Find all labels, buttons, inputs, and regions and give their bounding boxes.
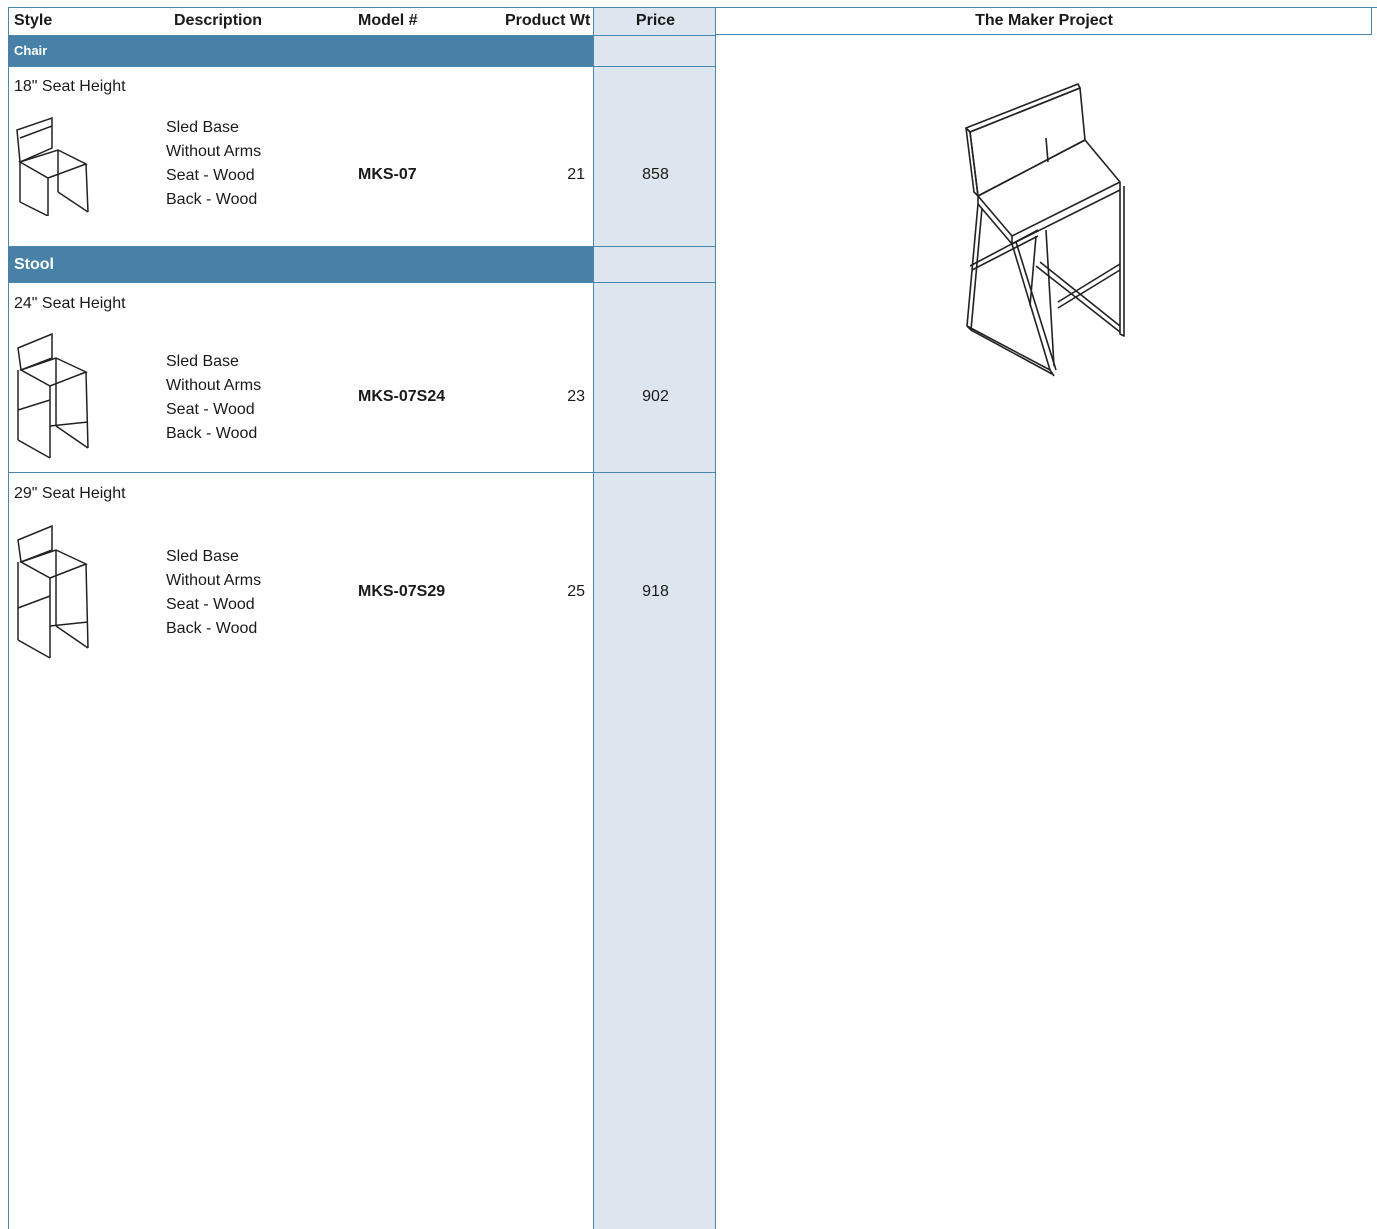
band-rule: [8, 282, 716, 283]
description-line: Sled Base: [166, 353, 239, 370]
header-model: Model #: [358, 12, 418, 29]
header-description: Description: [174, 12, 263, 29]
price-column: [593, 8, 716, 1229]
header-brand: The Maker Project: [975, 12, 1113, 29]
chair-icon: [16, 116, 89, 216]
model-number: MKS-07S29: [358, 583, 446, 600]
group-name: Stool: [14, 256, 54, 273]
description-line: Sled Base: [166, 119, 239, 136]
header-brand-rule: [716, 34, 1371, 35]
price: 918: [642, 583, 669, 600]
header-right-edge: [1371, 8, 1372, 35]
description-line: Without Arms: [166, 377, 262, 394]
seat-height: 18" Seat Height: [14, 78, 126, 95]
description-line: Seat - Wood: [166, 167, 255, 184]
stool-icon: [17, 332, 89, 459]
description-line: Without Arms: [166, 143, 262, 160]
header-weight: Product Wt: [505, 12, 591, 29]
description-line: Back - Wood: [166, 191, 258, 208]
header-top-rule: [8, 7, 1377, 8]
description: Sled Base Without Arms Seat - Wood Back …: [166, 350, 261, 446]
product-weight: 25: [567, 583, 585, 600]
header-style: Style: [14, 12, 53, 29]
description-line: Seat - Wood: [166, 596, 255, 613]
stool-icon: [17, 524, 89, 659]
price: 858: [642, 166, 669, 183]
product-weight: 23: [567, 388, 585, 405]
description: Sled Base Without Arms Seat - Wood Back …: [166, 116, 261, 212]
price: 902: [642, 388, 669, 405]
group-header-chair: Chair: [8, 35, 593, 66]
model-number: MKS-07: [358, 166, 417, 183]
header-price: Price: [635, 12, 676, 29]
row-rule: [8, 472, 716, 473]
bar-stool-illustration-icon: [965, 83, 1125, 377]
description-line: Back - Wood: [166, 425, 258, 442]
description: Sled Base Without Arms Seat - Wood Back …: [166, 545, 261, 641]
seat-height: 29" Seat Height: [14, 485, 126, 502]
description-line: Seat - Wood: [166, 401, 255, 418]
seat-height: 24" Seat Height: [14, 295, 126, 312]
description-line: Sled Base: [166, 548, 239, 565]
description-line: Back - Wood: [166, 620, 258, 637]
band-rule: [8, 66, 716, 67]
product-weight: 21: [567, 166, 585, 183]
group-header-stool: Stool: [8, 247, 593, 282]
description-line: Without Arms: [166, 572, 262, 589]
group-name: Chair: [14, 43, 48, 58]
model-number: MKS-07S24: [358, 388, 446, 405]
table-left-border: [8, 8, 9, 1229]
band-rule: [8, 35, 716, 36]
